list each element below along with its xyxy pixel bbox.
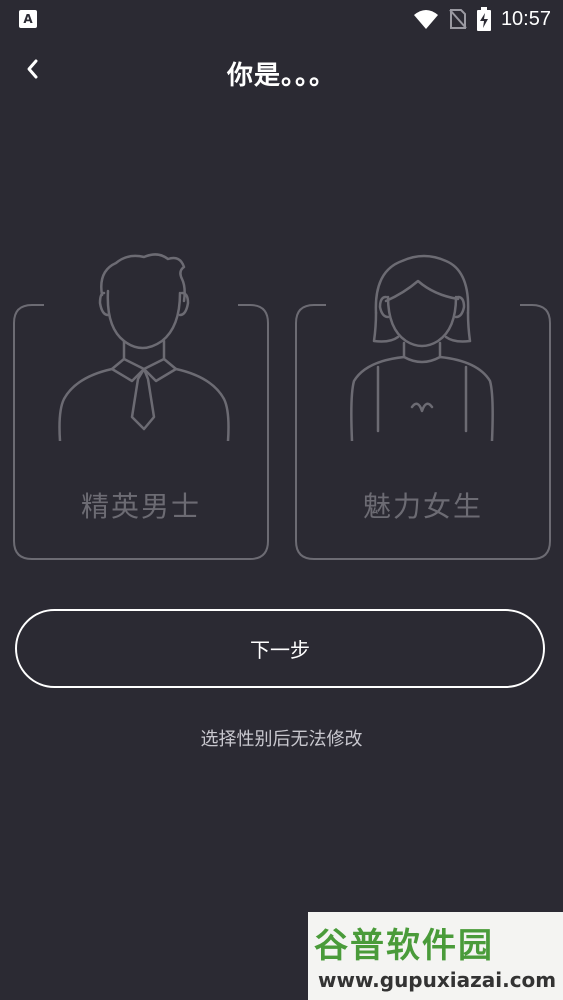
gender-option-female[interactable]: 魅力女生 bbox=[294, 254, 552, 561]
male-avatar-icon bbox=[58, 253, 230, 441]
watermark-title: 谷普软件园 bbox=[314, 926, 494, 966]
header: 你是。。。 bbox=[0, 45, 563, 105]
gender-option-male[interactable]: 精英男士 bbox=[12, 253, 270, 561]
watermark-url: www.gupuxiazai.com bbox=[318, 968, 557, 992]
female-option-label: 魅力女生 bbox=[362, 490, 483, 523]
gender-hint-text: 选择性别后无法修改 bbox=[200, 729, 363, 750]
next-step-button[interactable]: 下一步 bbox=[15, 609, 545, 688]
status-time: 10:57 bbox=[500, 7, 551, 30]
wifi-icon bbox=[413, 10, 438, 29]
app-notification-icon: A bbox=[19, 10, 37, 28]
site-watermark: 谷普软件园 www.gupuxiazai.com bbox=[308, 912, 563, 1000]
male-option-label: 精英男士 bbox=[80, 490, 201, 523]
status-indicators: 10:57 bbox=[413, 6, 551, 32]
status-bar: A 10:57 bbox=[0, 0, 563, 38]
female-avatar-icon bbox=[350, 254, 494, 441]
no-sim-icon bbox=[449, 9, 467, 29]
battery-charging-icon bbox=[476, 7, 491, 31]
page-title: 你是。。。 bbox=[226, 61, 336, 91]
